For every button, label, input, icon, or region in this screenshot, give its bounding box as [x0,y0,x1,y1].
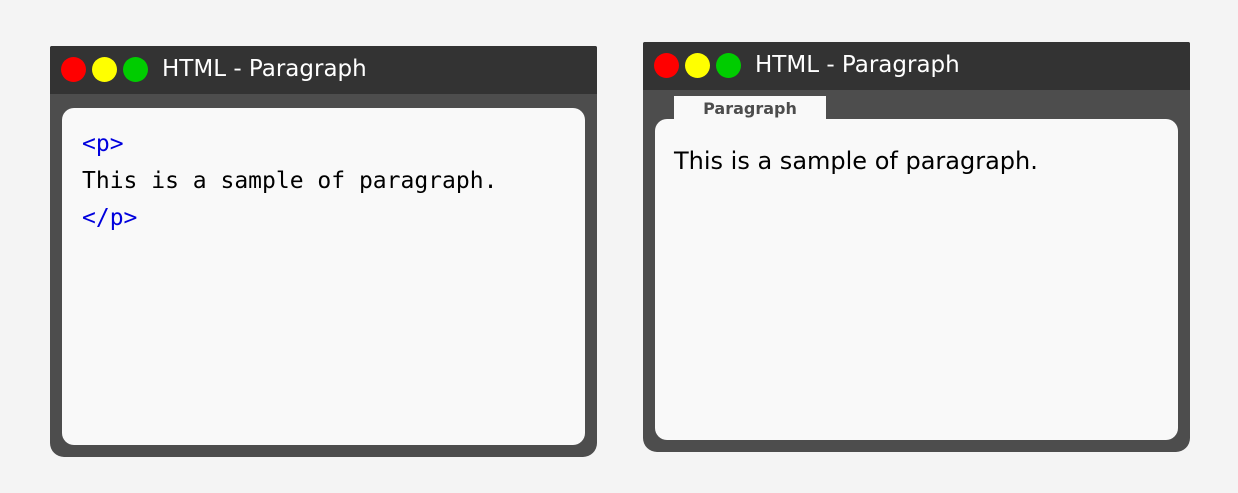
maximize-button[interactable] [716,53,741,78]
code-block: <p> This is a sample of paragraph. </p> [82,126,497,237]
rendered-paragraph: This is a sample of paragraph. [674,147,1038,175]
maximize-button[interactable] [123,57,148,82]
code-window-titlebar[interactable]: HTML - Paragraph [50,46,597,94]
code-window-title: HTML - Paragraph [162,56,367,82]
close-button[interactable] [61,57,86,82]
preview-area: This is a sample of paragraph. [655,119,1178,440]
code-editor-area[interactable]: <p> This is a sample of paragraph. </p> [62,108,585,445]
minimize-button[interactable] [92,57,117,82]
preview-window: HTML - Paragraph Paragraph This is a sam… [643,42,1190,452]
code-open-tag: <p> [82,131,124,157]
minimize-button[interactable] [685,53,710,78]
preview-window-titlebar[interactable]: HTML - Paragraph [643,42,1190,90]
code-editor-window: HTML - Paragraph <p> This is a sample of … [50,46,597,457]
code-text-line: This is a sample of paragraph. [82,168,498,194]
code-close-tag: </p> [82,205,138,231]
close-button[interactable] [654,53,679,78]
tab-paragraph[interactable]: Paragraph [674,96,826,121]
preview-window-title: HTML - Paragraph [755,52,960,78]
